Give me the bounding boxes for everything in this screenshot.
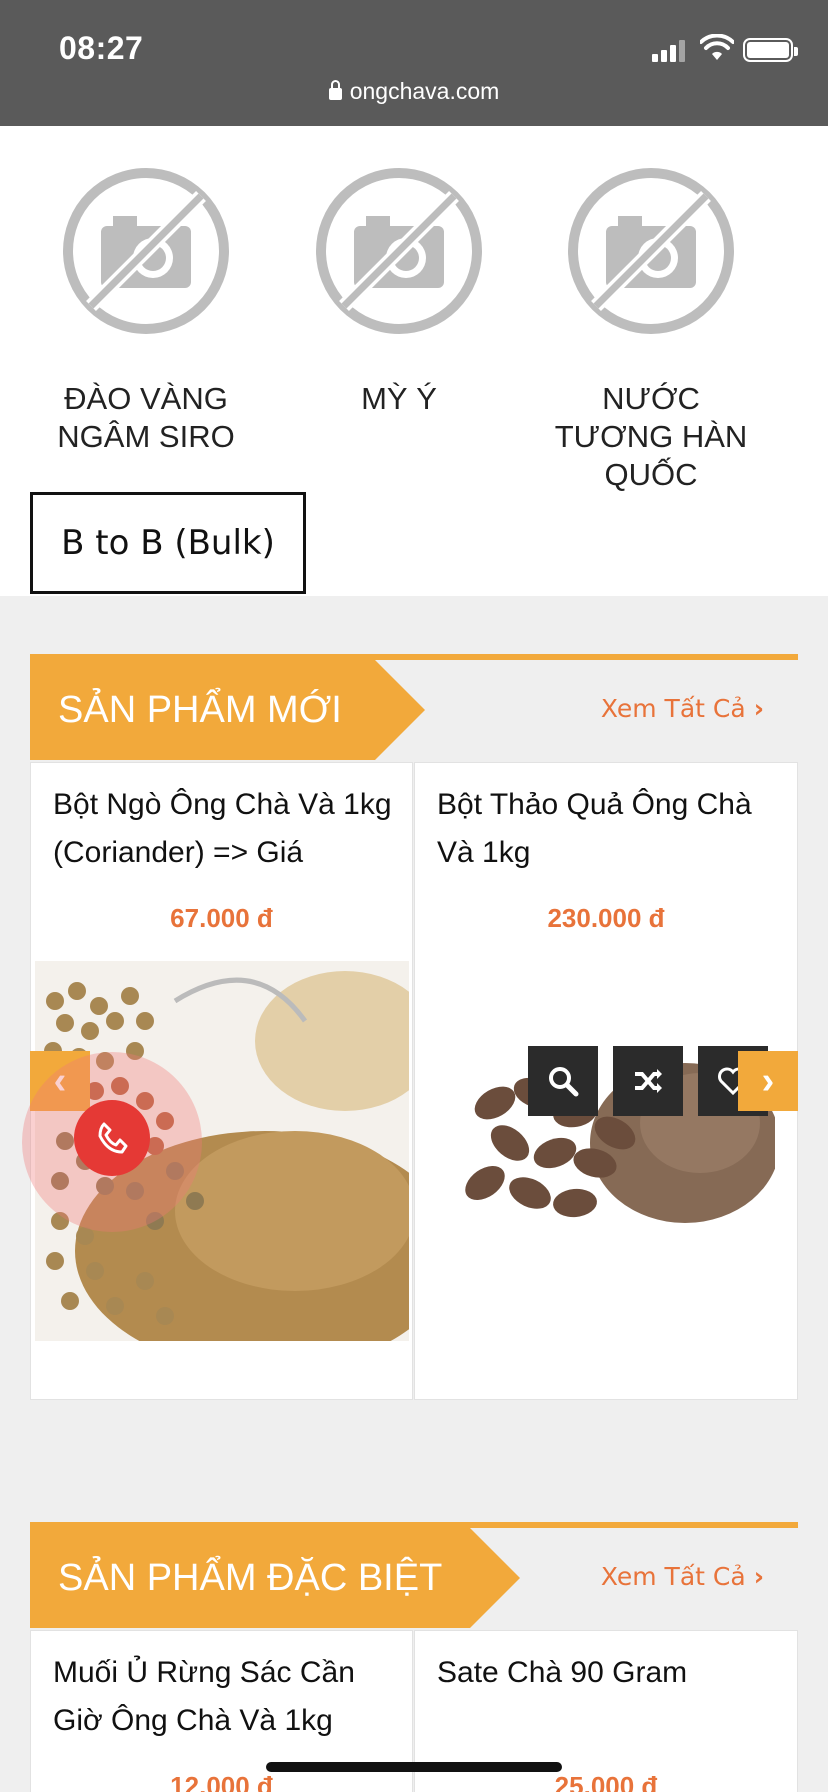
section-header-new-products: SẢN PHẨM MỚI Xem Tất Cả › — [30, 654, 798, 760]
section-title: SẢN PHẨM ĐẶC BIỆT — [30, 1528, 520, 1628]
bulk-button[interactable]: B to B (Bulk) — [30, 492, 306, 594]
status-time: 08:27 — [59, 30, 144, 66]
no-image-icon — [568, 168, 734, 334]
category-row: ĐÀO VÀNG NGÂM SIRO MỲ Ý NƯỚC TƯƠNG HÀN QUỐC… — [0, 126, 828, 596]
product-title[interactable]: Sate Chà 90 Gram — [437, 1649, 777, 1697]
category-my-y[interactable]: MỲ Ý — [289, 166, 509, 418]
lock-icon — [328, 80, 342, 100]
section-title: SẢN PHẨM MỚI — [30, 660, 425, 760]
see-all-link[interactable]: Xem Tất Cả › — [601, 694, 764, 723]
product-price: 25.000 đ — [554, 1771, 658, 1792]
quick-view-button[interactable] — [528, 1046, 598, 1116]
chevron-right-icon: › — [753, 1562, 764, 1591]
category-dao-vang[interactable]: ĐÀO VÀNG NGÂM SIRO — [36, 166, 256, 456]
product-title[interactable]: Muối Ủ Rừng Sác Cần Giờ Ông Chà Và 1kg — [53, 1649, 393, 1745]
category-nuoc-tuong[interactable]: NƯỚC TƯƠNG HÀN QUỐC — [541, 166, 761, 494]
status-bar: 08:27 ongchava.com — [0, 0, 828, 126]
product-title[interactable]: Bột Thảo Quả Ông Chà Và 1kg — [437, 781, 777, 877]
compare-button[interactable] — [613, 1046, 683, 1116]
cellular-signal-icon — [652, 38, 688, 62]
see-all-link[interactable]: Xem Tất Cả › — [601, 1562, 764, 1591]
call-button[interactable] — [74, 1100, 150, 1176]
address-bar[interactable]: ongchava.com — [0, 78, 828, 105]
category-label: MỲ Ý — [361, 381, 437, 416]
no-image-icon — [63, 168, 229, 334]
shuffle-icon — [635, 1069, 662, 1093]
product-title[interactable]: Bột Ngò Ông Chà Và 1kg (Coriander) => Gi… — [53, 781, 393, 877]
product-price: 230.000 đ — [547, 903, 665, 933]
phone-icon — [98, 1122, 128, 1154]
chevron-right-icon: › — [753, 694, 764, 723]
carousel-next-button[interactable]: › — [738, 1051, 798, 1111]
wifi-icon — [700, 34, 734, 60]
product-price: 67.000 đ — [170, 903, 273, 933]
product-price: 12.000 đ — [170, 1771, 273, 1792]
search-icon — [549, 1067, 579, 1097]
chevron-right-icon: › — [761, 1059, 775, 1102]
section-header-special-products: SẢN PHẨM ĐẶC BIỆT Xem Tất Cả › — [30, 1522, 798, 1628]
no-image-icon — [316, 168, 482, 334]
category-label: NƯỚC TƯƠNG HÀN QUỐC — [554, 381, 748, 492]
url-text: ongchava.com — [349, 78, 500, 104]
home-indicator — [266, 1762, 562, 1772]
category-label: ĐÀO VÀNG NGÂM SIRO — [57, 381, 235, 454]
battery-icon — [743, 38, 798, 62]
